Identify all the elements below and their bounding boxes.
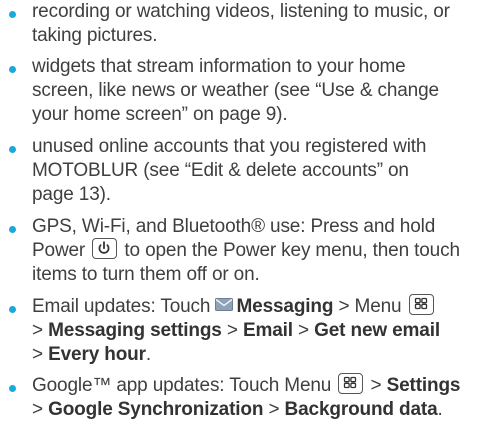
item-text: to open the Power key menu, then touch <box>124 240 460 261</box>
item-line: items to turn them off or on. <box>32 264 260 285</box>
period: . <box>437 399 443 420</box>
every-hour-label: Every hour <box>48 344 146 365</box>
bullet-dot <box>9 66 16 73</box>
messaging-label: Messaging <box>236 296 334 317</box>
item-line: > Google Synchronization > Background da… <box>32 398 480 422</box>
bullet-dot <box>9 226 16 233</box>
separator: > <box>268 399 280 420</box>
separator: > <box>370 375 382 396</box>
power-key-icon <box>92 238 118 260</box>
item-line: > Every hour. <box>32 343 480 367</box>
menu-key-icon <box>408 294 434 316</box>
item-line: > Messaging settings > Email > Get new e… <box>32 319 480 343</box>
settings-label: Settings <box>386 375 461 396</box>
menu-key-icon <box>338 373 364 395</box>
item-line: Email updates: Touch Messaging > Menu <box>32 294 480 319</box>
item-line: taking pictures. <box>32 25 158 46</box>
item-text: Email updates: Touch <box>32 296 211 317</box>
messaging-settings-label: Messaging settings <box>48 320 222 341</box>
separator: > <box>32 399 43 420</box>
period: . <box>145 344 151 365</box>
background-data-label: Background data <box>284 399 438 420</box>
bullet-dot <box>9 11 16 18</box>
get-new-email-label: Get new email <box>314 320 440 341</box>
google-synchronization-label: Google Synchronization <box>48 399 264 420</box>
bullet-dot <box>9 385 16 392</box>
power-key-label: Power <box>32 240 86 261</box>
item-line: page 13). <box>32 184 111 205</box>
bullet-dot <box>9 306 16 313</box>
envelope-icon <box>215 298 234 312</box>
separator: > <box>226 320 238 341</box>
manual-page: recording or watching videos, listening … <box>0 0 486 423</box>
item-line: widgets that stream information to your … <box>32 56 406 77</box>
item-line: unused online accounts that you register… <box>32 136 427 157</box>
bullet-dot <box>9 146 16 153</box>
item-line: your home screen” on page 9). <box>32 104 288 125</box>
item-line: Power to open the Power key menu, then t… <box>32 238 480 263</box>
item-line: MOTOBLUR (see “Edit & delete accounts” o… <box>32 160 409 181</box>
item-line: screen, like news or weather (see “Use &… <box>32 80 439 101</box>
item-line: GPS, Wi-Fi, and Bluetooth® use: Press an… <box>32 216 436 237</box>
email-label: Email <box>242 320 293 341</box>
separator: > <box>32 344 43 365</box>
item-line: Google™ app updates: Touch Menu > Settin… <box>32 373 480 398</box>
item-line: recording or watching videos, listening … <box>32 1 450 22</box>
item-text: > Menu <box>338 296 402 317</box>
separator: > <box>32 320 43 341</box>
item-text: Google™ app updates: Touch Menu <box>32 375 332 396</box>
separator: > <box>298 320 309 341</box>
